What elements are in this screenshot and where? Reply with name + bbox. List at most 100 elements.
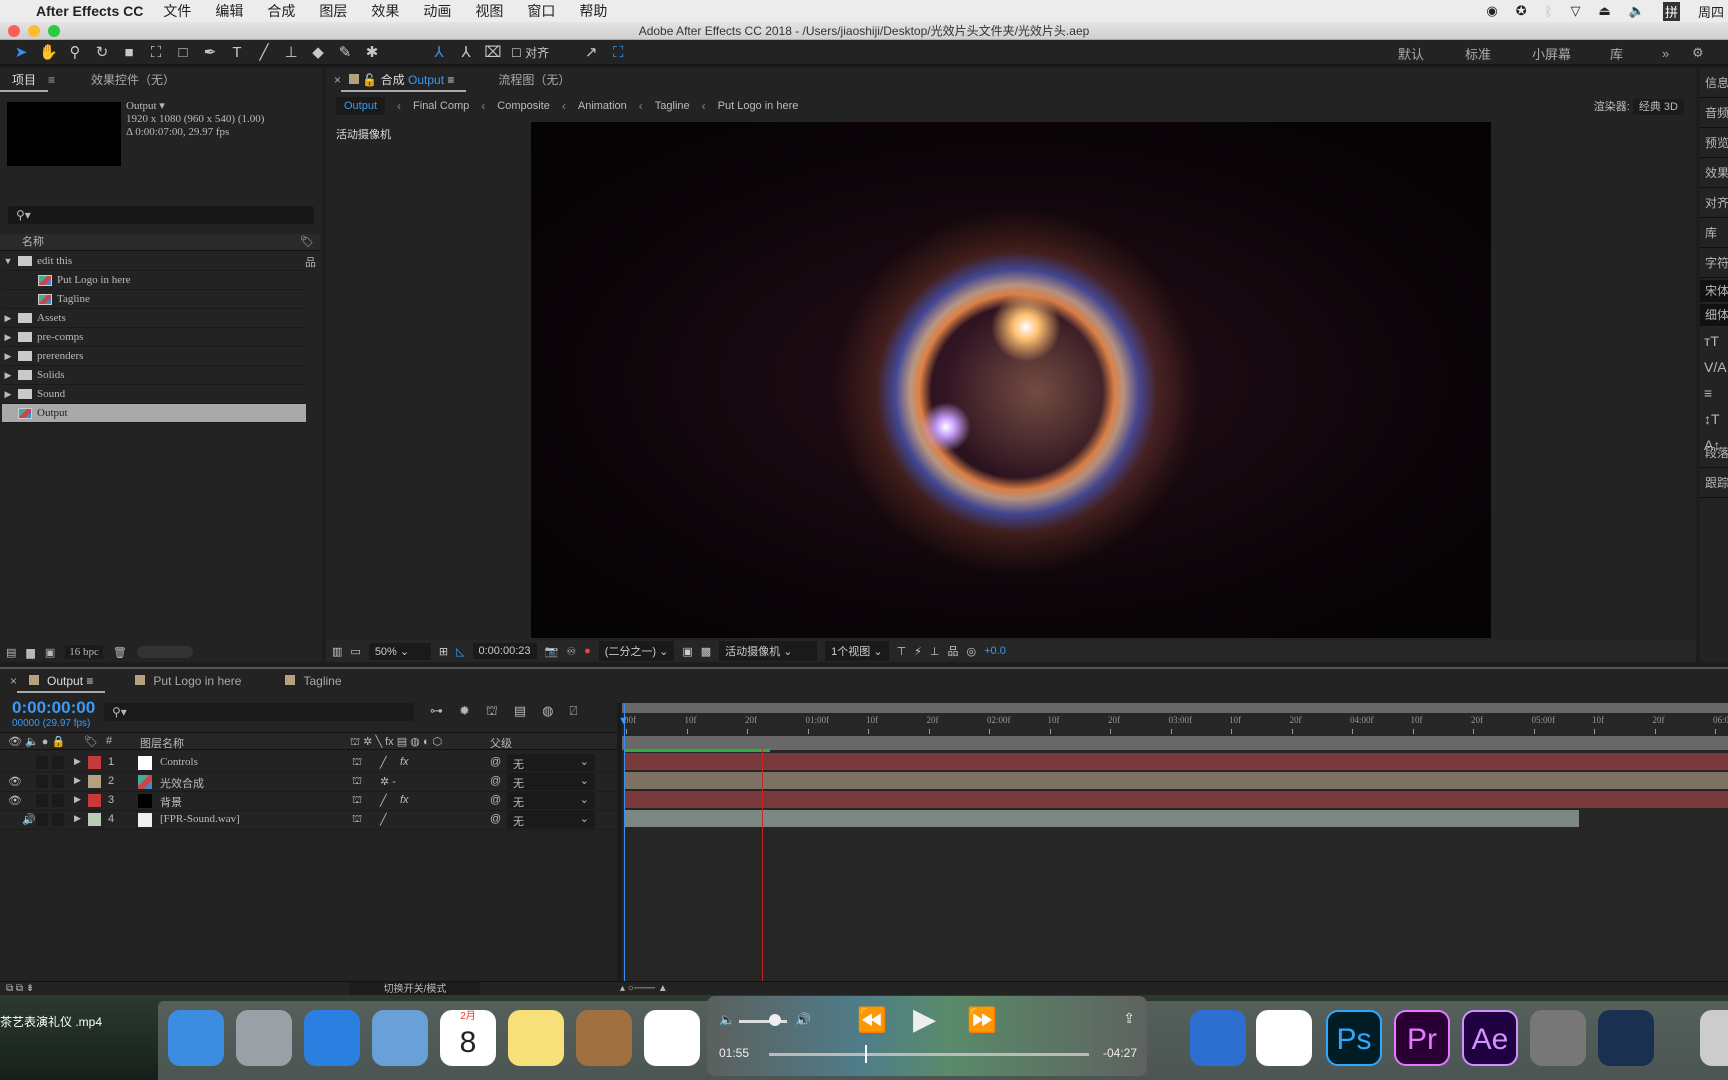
share-icon[interactable]: ⇪	[1123, 1010, 1135, 1027]
layer-duration-bar[interactable]	[624, 810, 1579, 827]
visibility-toggle[interactable]: 👁	[8, 775, 22, 788]
tab-timeline-put-logo[interactable]: Put Logo in here	[123, 669, 253, 693]
layer-row[interactable]: ▶ 1 Controls ⛫ ╱ fx @ 无 ⌄	[0, 753, 617, 773]
draft-3d-icon[interactable]: ✹	[459, 703, 470, 721]
switch-box[interactable]	[52, 775, 64, 788]
project-item[interactable]: Put Logo in here	[2, 271, 306, 290]
expand-arrow-icon[interactable]: ▼	[2, 256, 14, 266]
switch-box[interactable]	[52, 756, 64, 769]
pick-whip-icon[interactable]: @	[490, 813, 501, 825]
app-menu[interactable]: After Effects CC	[36, 3, 143, 19]
right-panel-item[interactable]: 预览	[1700, 128, 1728, 158]
expand-arrow-icon[interactable]: ▶	[2, 313, 14, 324]
shy-layers-icon[interactable]: ⛫	[486, 703, 498, 721]
dock-app-mail[interactable]	[372, 1010, 428, 1066]
input-method-icon[interactable]: 拼	[1662, 1, 1680, 21]
workspace-small-screen[interactable]: 小屏幕	[1532, 40, 1571, 66]
right-panel-item[interactable]: 宋体	[1700, 280, 1728, 302]
tab-flowchart[interactable]: 流程图（无）	[486, 68, 582, 92]
dock-app-system-preferences[interactable]	[1530, 1010, 1586, 1066]
mask-visibility-icon[interactable]: ◺	[456, 645, 464, 658]
record-icon[interactable]: ◉	[1486, 3, 1497, 19]
local-axis-icon[interactable]: ⅄	[430, 43, 448, 61]
layer-row[interactable]: 👁 ▶ 3 背景 ⛫ ╱ fx @ 无 ⌄	[0, 791, 617, 811]
quality-switch[interactable]: ╱	[380, 794, 387, 807]
selection-tool-icon[interactable]: ➤	[12, 43, 30, 61]
renderer-button[interactable]: 经典 3D	[1632, 99, 1684, 115]
right-panel-item[interactable]: 信息	[1700, 68, 1728, 98]
label-color[interactable]	[88, 775, 101, 788]
expand-arrow-icon[interactable]: ▶	[74, 756, 81, 767]
composition-viewer[interactable]	[531, 122, 1491, 638]
time-ruler[interactable]: 00f 10f 20f 01:00f 10f 20f 02:00f 10f 20f 03:00f 1…	[622, 715, 1728, 735]
world-axis-icon[interactable]: ⅄	[457, 43, 475, 61]
camera-view-dropdown[interactable]: 活动摄像机 ⌄	[719, 641, 818, 661]
quality-switch[interactable]: ✲ -	[380, 775, 396, 788]
hand-tool-icon[interactable]: ✋	[39, 43, 58, 61]
magnification-dropdown[interactable]: 50% ⌄	[368, 642, 431, 660]
label-color[interactable]	[88, 756, 101, 769]
progress-handle[interactable]	[865, 1045, 867, 1063]
play-button[interactable]: ▶	[913, 1002, 936, 1037]
pick-whip-icon[interactable]: @	[490, 794, 501, 806]
label-color[interactable]	[88, 794, 101, 807]
parent-dropdown[interactable]: 无 ⌄	[507, 792, 595, 809]
column-parent[interactable]: 父级	[490, 735, 512, 751]
quality-switch[interactable]: ╱	[380, 756, 387, 769]
dock-app-trash[interactable]	[1700, 1010, 1728, 1066]
right-panel-item[interactable]: 库	[1700, 218, 1728, 248]
effect-switch[interactable]: fx	[400, 756, 409, 768]
menu-file[interactable]: 文件	[163, 1, 191, 21]
flowchart-icon[interactable]: 品	[305, 254, 316, 270]
pixel-aspect-icon[interactable]: ⊤	[897, 645, 907, 658]
breadcrumb-item[interactable]: Output	[336, 97, 386, 115]
right-panel-item[interactable]: 跟踪	[1700, 468, 1728, 498]
workspace-library[interactable]: 库	[1610, 40, 1623, 66]
dock-app-safari[interactable]	[304, 1010, 360, 1066]
menu-view[interactable]: 视图	[475, 1, 503, 21]
project-item[interactable]: Output	[2, 404, 306, 423]
column-layer-name[interactable]: 图层名称	[140, 735, 184, 751]
grid-icon[interactable]: ⊞	[439, 645, 448, 658]
menu-layer[interactable]: 图层	[319, 1, 347, 21]
workspace-default[interactable]: 默认	[1398, 40, 1424, 66]
wifi-icon[interactable]: ▽	[1570, 3, 1580, 19]
current-time-indicator[interactable]	[624, 703, 625, 981]
column-name[interactable]: 名称	[22, 236, 44, 248]
volume-icon[interactable]: 🔈	[1629, 3, 1645, 19]
switch-box[interactable]	[36, 813, 48, 826]
project-item[interactable]: ▶ Assets	[2, 309, 306, 328]
right-panel-item[interactable]: 段落	[1700, 438, 1728, 468]
project-item[interactable]: ▶ Sound	[2, 385, 306, 404]
switch-box[interactable]	[52, 813, 64, 826]
close-tab-icon[interactable]: ×	[334, 73, 341, 87]
preview-name[interactable]: Output ▾	[126, 100, 264, 113]
clone-stamp-tool-icon[interactable]: ⊥	[282, 43, 300, 61]
project-item[interactable]: Tagline	[2, 290, 306, 309]
layer-duration-bar[interactable]	[624, 772, 1728, 789]
dock-app-finder[interactable]	[168, 1010, 224, 1066]
delete-icon[interactable]: 🗑	[113, 646, 127, 659]
shy-switch[interactable]: ⛫	[352, 756, 362, 770]
thumbnail-scroll[interactable]	[136, 646, 193, 658]
rewind-button[interactable]: ⏪	[857, 1006, 887, 1035]
label-tag-icon[interactable]: 🏷	[84, 735, 98, 748]
clock[interactable]: 周四	[1698, 2, 1724, 21]
shy-switch[interactable]: ⛫	[352, 775, 362, 789]
project-item[interactable]: ▶ Solids	[2, 366, 306, 385]
creative-cloud-icon[interactable]: ✪	[1516, 3, 1527, 19]
desktop-file-label[interactable]: 茶艺表演礼仪 .mp4	[0, 1013, 102, 1030]
layer-name[interactable]: [FPR-Sound.wav]	[160, 813, 240, 825]
footer-icons[interactable]: ⧉ ⧉ ⇟	[6, 983, 34, 994]
dock-app-contacts[interactable]	[576, 1010, 632, 1066]
breadcrumb-item[interactable]: Animation	[578, 100, 627, 112]
work-area-bar[interactable]	[622, 736, 1728, 750]
pen-tool-icon[interactable]: ✒	[201, 43, 219, 61]
tab-composition-output[interactable]: 🔓 合成 Output ≡	[341, 68, 467, 92]
expand-arrow-icon[interactable]: ▶	[2, 370, 14, 381]
new-comp-icon[interactable]: ▣	[45, 646, 55, 659]
dock-app-calendar[interactable]: 2月 8	[440, 1010, 496, 1066]
right-panel-item[interactable]: 对齐	[1700, 188, 1728, 218]
menu-effect[interactable]: 效果	[371, 1, 399, 21]
switch-box[interactable]	[52, 794, 64, 807]
